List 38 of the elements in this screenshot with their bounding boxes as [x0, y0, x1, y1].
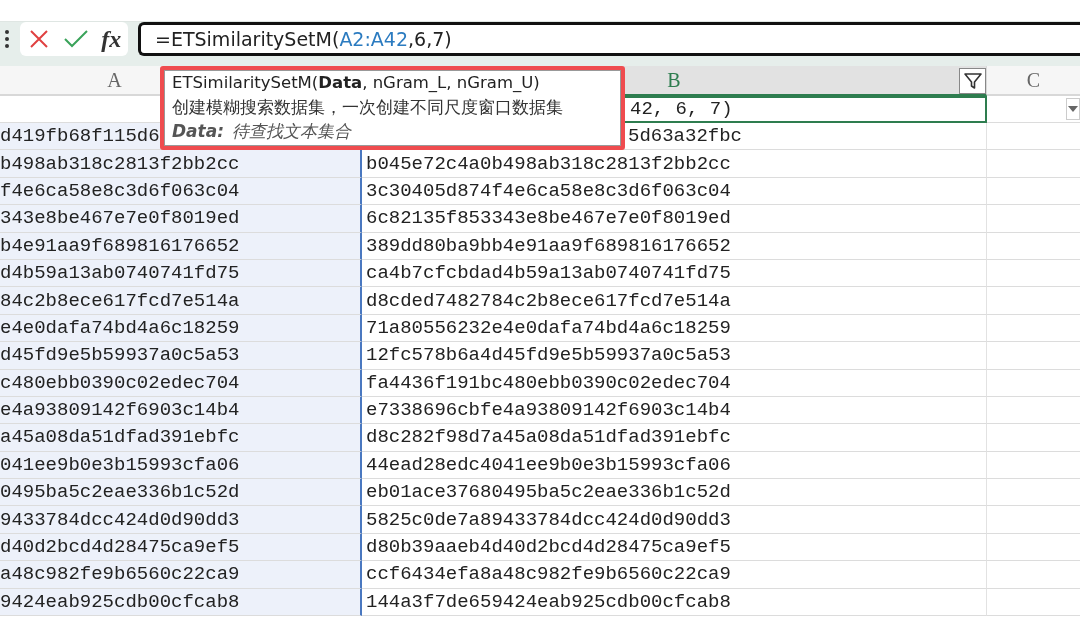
table-cell: ccf6434efa8a48c982fe9b6560c22ca9 — [366, 563, 731, 586]
table-cell: b4e91aa9f689816176652 — [0, 234, 240, 257]
table-cell: f4e6ca58e8c3d6f063c04 — [0, 179, 240, 202]
table-cell: 0495ba5c2eae336b1c52d — [0, 481, 240, 504]
table-cell: 71a80556232e4e0dafa74bd4a6c18259 — [366, 316, 731, 339]
table-cell: 12fc578b6a4d45fd9e5b59937a0c5a53 — [366, 344, 731, 367]
table-cell: d4b59a13ab0740741fd75 — [0, 262, 240, 285]
table-cell: 9433784dcc424d0d90dd3 — [0, 508, 240, 531]
table-cell: a45a08da51dfad391ebfc — [0, 426, 240, 449]
table-cell: d45fd9e5b59937a0c5a53 — [0, 344, 240, 367]
table-cell: 144a3f7de659424eab925cdb00cfcab8 — [366, 590, 731, 613]
table-cell: 5825c0de7a89433784dcc424d0d90dd3 — [366, 508, 731, 531]
table-cell: 041ee9b0e3b15993cfa06 — [0, 453, 240, 476]
table-cell: fa4436f191bc480ebb0390c02edec704 — [366, 371, 731, 394]
table-cell: d80b39aaeb4d40d2bcd4d28475ca9ef5 — [366, 536, 731, 559]
table-cell: e7338696cbfe4a93809142f6903c14b4 — [366, 399, 731, 422]
table-cell: d8cded7482784c2b8ece617fcd7e514a — [366, 289, 731, 312]
table-cell: c480ebb0390c02edec704 — [0, 371, 240, 394]
table-cell: ca4b7cfcbdad4b59a13ab0740741fd75 — [366, 262, 731, 285]
table-cell: 6c82135f853343e8be467e7e0f8019ed — [366, 207, 731, 230]
table-cell: 3c30405d874f4e6ca58e8c3d6f063c04 — [366, 179, 731, 202]
parameter-name: Data: — [172, 120, 224, 143]
table-cell: a48c982fe9b6560c22ca9 — [0, 563, 240, 586]
table-cell: 389dd80ba9bb4e91aa9f689816176652 — [366, 234, 731, 257]
table-cell: 5d63a32fbc — [628, 125, 743, 148]
table-cell: b498ab318c2813f2bb2cc — [0, 152, 240, 175]
table-cell: d8c282f98d7a45a08da51dfad391ebfc — [366, 426, 731, 449]
table-cell: d40d2bcd4d28475ca9ef5 — [0, 536, 240, 559]
table-cell: e4e0dafa74bd4a6c18259 — [0, 316, 240, 339]
table-cell: d419fb68f115d6 — [0, 125, 160, 148]
table-cell: 84c2b8ece617fcd7e514a — [0, 289, 240, 312]
table-cell: e4a93809142f6903c14b4 — [0, 399, 240, 422]
table-cell: eb01ace37680495ba5c2eae336b1c52d — [366, 481, 731, 504]
parameter-description: 待查找文本集合 — [232, 120, 351, 143]
table-cell: 44ead28edc4041ee9b0e3b15993cfa06 — [366, 453, 731, 476]
table-cell: 343e8be467e7e0f8019ed — [0, 207, 240, 230]
table-cell: b045e72c4a0b498ab318c2813f2bb2cc — [366, 152, 731, 175]
table-cell: 9424eab925cdb00cfcab8 — [0, 590, 240, 613]
